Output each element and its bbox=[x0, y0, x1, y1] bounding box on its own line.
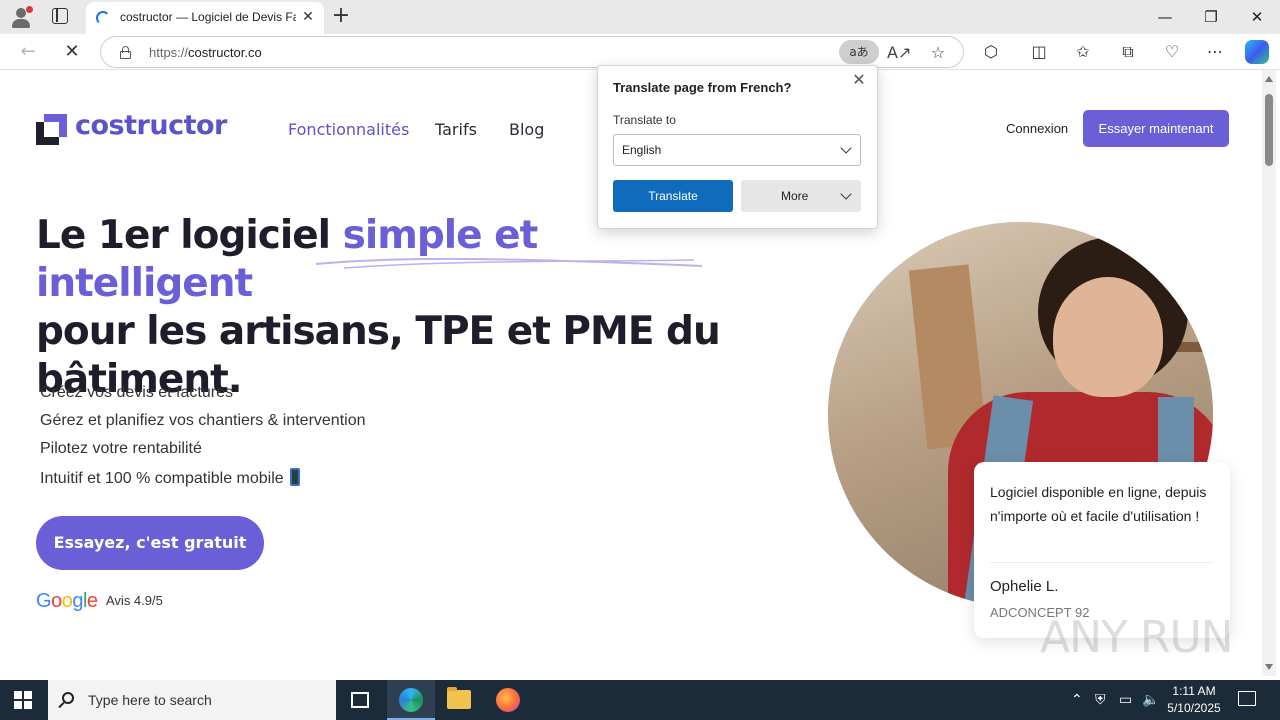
lock-icon[interactable] bbox=[120, 46, 131, 59]
google-rating: Avis 4.9/5 bbox=[106, 593, 163, 608]
testimonial-quote: Logiciel disponible en ligne, depuis n'i… bbox=[990, 484, 1207, 524]
taskbar-clock[interactable]: 1:11 AM 5/10/2025 bbox=[1160, 683, 1228, 717]
nav-link-tarifs[interactable]: Tarifs bbox=[435, 120, 477, 139]
testimonial-author: Ophelie L. bbox=[990, 578, 1059, 595]
chevron-down-icon bbox=[840, 142, 852, 154]
edge-icon bbox=[399, 688, 423, 712]
browser-essentials-icon[interactable]: ♡ bbox=[1160, 40, 1184, 64]
extensions-icon[interactable]: ⬡ bbox=[979, 40, 1003, 64]
close-icon[interactable]: ✕ bbox=[851, 72, 867, 88]
feature-item: Créez vos devis et factures bbox=[40, 384, 233, 401]
hero-title: Le 1er logiciel simple et intelligent po… bbox=[36, 213, 721, 402]
feature-item: Gérez et planifiez vos chantiers & inter… bbox=[40, 412, 366, 429]
network-icon[interactable]: ▭ bbox=[1119, 690, 1132, 710]
scroll-down-icon bbox=[1265, 664, 1273, 670]
feature-item-mobile: Intuitif et 100 % compatible mobile bbox=[40, 468, 300, 488]
folder-icon bbox=[447, 687, 471, 709]
tab-title: costructor — Logiciel de Devis Fa bbox=[120, 10, 296, 24]
logo-text: costructor bbox=[75, 110, 227, 141]
back-button[interactable]: ← bbox=[16, 40, 40, 64]
url-text[interactable]: https://costructor.co bbox=[149, 45, 262, 60]
translate-to-label: Translate to bbox=[613, 113, 676, 127]
volume-icon[interactable]: 🔈 bbox=[1142, 690, 1159, 710]
anyrun-watermark: ANY RUN bbox=[1040, 612, 1234, 663]
chevron-up-icon[interactable]: ⌃ bbox=[1071, 690, 1083, 710]
loading-spinner-icon bbox=[96, 11, 110, 25]
taskbar-search-input[interactable]: Type here to search bbox=[48, 680, 336, 720]
taskbar-firefox[interactable] bbox=[484, 680, 532, 720]
translate-button[interactable]: Translate bbox=[613, 180, 733, 212]
search-icon bbox=[62, 692, 74, 704]
browser-titlebar: costructor — Logiciel de Devis Fa ✕ + — … bbox=[0, 0, 1280, 34]
target-language-select[interactable]: English bbox=[613, 134, 861, 166]
taskbar-edge[interactable] bbox=[387, 680, 435, 720]
try-free-button[interactable]: Essayez, c'est gratuit bbox=[36, 516, 264, 570]
firefox-icon bbox=[496, 688, 520, 712]
scrollbar-thumb bbox=[1265, 94, 1273, 166]
login-link[interactable]: Connexion bbox=[1006, 121, 1068, 136]
address-bar[interactable]: https://costructor.co aあ A↗ ☆ bbox=[100, 36, 964, 68]
more-options-button[interactable]: More bbox=[741, 180, 861, 212]
security-icon[interactable]: ⛨ bbox=[1095, 690, 1106, 710]
windows-start-icon[interactable] bbox=[14, 691, 32, 709]
notifications-icon[interactable] bbox=[1238, 691, 1256, 706]
nav-link-fonctionnalites[interactable]: Fonctionnalités bbox=[288, 120, 409, 139]
translate-popup: Translate page from French? ✕ Translate … bbox=[597, 65, 878, 229]
translate-icon[interactable]: aあ bbox=[839, 40, 879, 64]
tab-close-icon[interactable]: ✕ bbox=[300, 9, 316, 25]
restore-button[interactable]: ❐ bbox=[1196, 6, 1226, 28]
favorite-star-icon[interactable]: ☆ bbox=[927, 42, 949, 64]
chevron-down-icon bbox=[840, 188, 852, 200]
logo-mark-icon bbox=[36, 114, 67, 145]
feature-item: Pilotez votre rentabilité bbox=[40, 440, 202, 457]
task-view-icon bbox=[351, 692, 369, 708]
translate-popup-title: Translate page from French? bbox=[613, 80, 792, 95]
more-menu-icon[interactable]: ⋯ bbox=[1203, 40, 1227, 64]
profile-avatar-icon[interactable] bbox=[10, 6, 33, 28]
try-now-button[interactable]: Essayer maintenant bbox=[1083, 110, 1229, 147]
page-scrollbar[interactable] bbox=[1262, 70, 1276, 676]
task-view-button[interactable] bbox=[336, 680, 384, 720]
minimize-button[interactable]: — bbox=[1150, 6, 1180, 28]
mobile-phone-icon bbox=[289, 468, 300, 486]
favorites-icon[interactable]: ✩ bbox=[1071, 40, 1095, 64]
windows-taskbar: Type here to search ⌃ ⛨ ▭ 🔈 1:11 AM 5/10… bbox=[0, 680, 1280, 720]
nav-link-blog[interactable]: Blog bbox=[509, 120, 544, 139]
close-window-button[interactable]: ✕ bbox=[1242, 6, 1272, 28]
collections-icon[interactable]: ⧉ bbox=[1116, 40, 1140, 64]
copilot-icon[interactable] bbox=[1245, 40, 1269, 64]
read-aloud-icon[interactable]: A↗ bbox=[887, 42, 911, 64]
browser-tab-active[interactable]: costructor — Logiciel de Devis Fa ✕ bbox=[86, 2, 324, 34]
hero-underline-decoration bbox=[315, 257, 703, 269]
scroll-up-icon bbox=[1265, 76, 1273, 82]
stop-loading-button[interactable]: ✕ bbox=[60, 40, 84, 64]
split-screen-icon[interactable]: ◫ bbox=[1027, 40, 1051, 64]
taskbar-file-explorer[interactable] bbox=[435, 680, 483, 720]
new-tab-button[interactable]: + bbox=[330, 4, 352, 28]
tab-actions-icon[interactable] bbox=[52, 8, 68, 24]
google-logo: Google bbox=[36, 590, 98, 612]
